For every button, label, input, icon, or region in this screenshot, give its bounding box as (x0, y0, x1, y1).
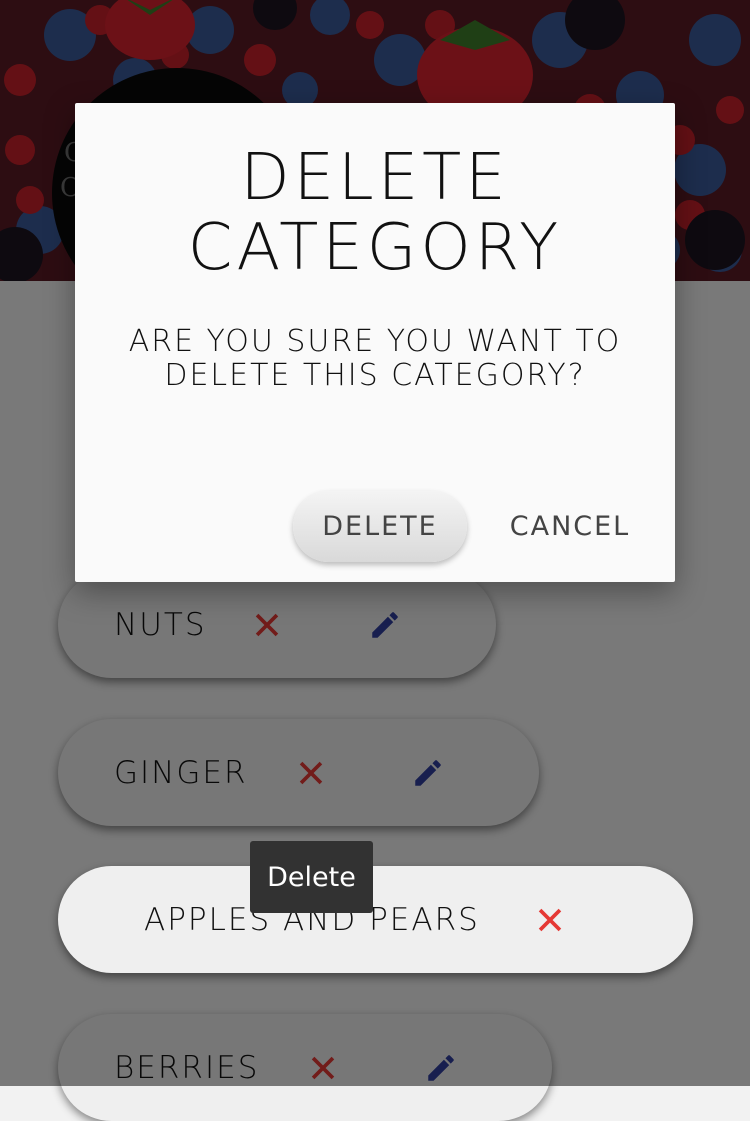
delete-category-dialog: DELETE CATEGORY ARE YOU SURE YOU WANT TO… (75, 103, 675, 582)
close-icon[interactable] (533, 903, 567, 937)
delete-tooltip: Delete (250, 841, 373, 913)
dialog-message: ARE YOU SURE YOU WANT TO DELETE THIS CAT… (128, 324, 622, 393)
delete-button[interactable]: DELETE (293, 491, 467, 562)
category-item-apples-and-pears[interactable]: APPLES AND PEARS (58, 866, 693, 973)
dialog-title: DELETE CATEGORY (187, 141, 563, 285)
cancel-button[interactable]: CANCEL (495, 491, 645, 562)
